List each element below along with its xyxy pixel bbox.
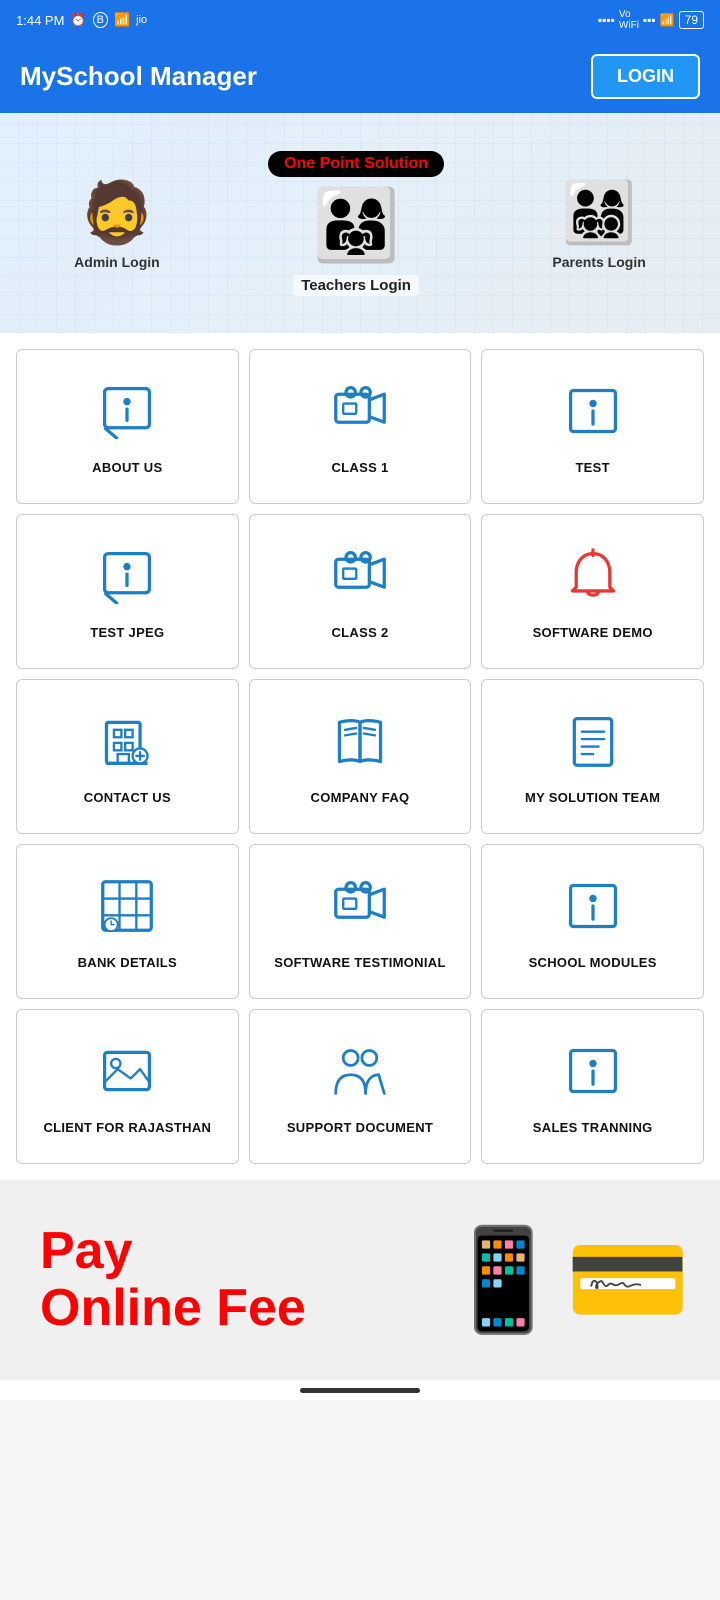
software-testimonial-icon <box>332 878 388 943</box>
class-2-icon <box>332 548 388 613</box>
client-rajasthan-icon <box>99 1043 155 1108</box>
class-1-label: CLASS 1 <box>331 460 388 475</box>
software-demo-label: SOFTWARE DEMO <box>533 625 653 640</box>
hero-banner: 🧔 Admin Login One Point Solution 👨‍👩‍👧 T… <box>0 113 720 333</box>
grid-item-contact-us[interactable]: CONTACT US <box>16 679 239 834</box>
time-display: 1:44 PM <box>16 13 64 28</box>
test-jpeg-icon <box>99 548 155 613</box>
sales-tranning-icon <box>565 1043 621 1108</box>
app-title: MySchool Manager <box>20 61 257 92</box>
banner-content: 🧔 Admin Login One Point Solution 👨‍👩‍👧 T… <box>0 151 720 296</box>
class-2-label: CLASS 2 <box>331 625 388 640</box>
contact-us-label: CONTACT US <box>84 790 171 805</box>
test-jpeg-label: TEST JPEG <box>90 625 164 640</box>
grid-item-test-jpeg[interactable]: TEST JPEG <box>16 514 239 669</box>
company-faq-label: COMPANY FAQ <box>311 790 410 805</box>
grid-item-support-document[interactable]: SUPPORT DOCUMENT <box>249 1009 472 1164</box>
school-modules-icon <box>565 878 621 943</box>
login-button[interactable]: LOGIN <box>591 54 700 99</box>
about-us-icon <box>99 383 155 448</box>
signal-icon: 📶 <box>114 12 130 28</box>
admin-label: Admin Login <box>74 254 160 270</box>
test-label: TEST <box>575 460 609 475</box>
contact-us-icon <box>99 713 155 778</box>
school-modules-label: SCHOOL MODULES <box>529 955 657 970</box>
wifi-bars: ▪▪▪ <box>643 13 656 27</box>
admin-login-section[interactable]: 🧔 Admin Login <box>74 177 160 270</box>
my-solution-team-icon <box>565 713 621 778</box>
admin-icon: 🧔 <box>80 177 155 248</box>
pay-text: Pay Online Fee <box>40 1223 306 1337</box>
b-icon: B <box>93 12 108 28</box>
network-bars: ▪▪▪▪ <box>598 13 615 27</box>
company-faq-icon <box>332 713 388 778</box>
battery-display: 79 <box>679 11 704 29</box>
test-icon <box>565 383 621 448</box>
software-testimonial-label: SOFTWARE TESTIMONIAL <box>274 955 445 970</box>
status-left: 1:44 PM ⏰ B 📶 jio <box>16 12 147 28</box>
my-solution-team-label: MY SOLUTION TEAM <box>525 790 660 805</box>
grid-item-my-solution-team[interactable]: MY SOLUTION TEAM <box>481 679 704 834</box>
support-document-icon <box>332 1043 388 1108</box>
software-demo-icon <box>565 548 621 613</box>
nav-indicator <box>0 1380 720 1400</box>
grid-item-software-testimonial[interactable]: SOFTWARE TESTIMONIAL <box>249 844 472 999</box>
parents-label: Parents Login <box>552 254 645 270</box>
app-bar: MySchool Manager LOGIN <box>0 40 720 113</box>
nav-pill <box>300 1388 420 1393</box>
bottom-banner: Pay Online Fee 📱💳 <box>0 1180 720 1380</box>
bank-details-icon <box>99 878 155 943</box>
parents-icon: 👨‍👩‍👧‍👦 <box>562 177 637 248</box>
grid-item-bank-details[interactable]: BANK DETAILS <box>16 844 239 999</box>
client-rajasthan-label: CLIENT FOR RAJASTHAN <box>43 1120 211 1135</box>
tagline-badge: One Point Solution <box>268 151 444 177</box>
grid-item-class-1[interactable]: CLASS 1 <box>249 349 472 504</box>
grid-item-class-2[interactable]: CLASS 2 <box>249 514 472 669</box>
grid-item-about-us[interactable]: ABOUT US <box>16 349 239 504</box>
about-us-label: ABOUT US <box>92 460 162 475</box>
vo-wifi-label: VoWiFi <box>619 9 639 31</box>
wifi-icon: 📶 <box>660 13 675 27</box>
main-grid: ABOUT US CLASS 1 TEST TEST JPEG CLASS <box>0 333 720 1180</box>
grid-item-test[interactable]: TEST <box>481 349 704 504</box>
banner-center: One Point Solution 👨‍👩‍👧 Teachers Login <box>268 151 444 296</box>
support-document-label: SUPPORT DOCUMENT <box>287 1120 433 1135</box>
jio-label: jio <box>136 14 147 26</box>
parents-login-section[interactable]: 👨‍👩‍👧‍👦 Parents Login <box>552 177 645 270</box>
sales-tranning-label: SALES TRANNING <box>533 1120 653 1135</box>
grid-item-school-modules[interactable]: SCHOOL MODULES <box>481 844 704 999</box>
grid-item-software-demo[interactable]: SOFTWARE DEMO <box>481 514 704 669</box>
grid-item-company-faq[interactable]: COMPANY FAQ <box>249 679 472 834</box>
alarm-icon: ⏰ <box>70 12 86 28</box>
teacher-icon: 👨‍👩‍👧 <box>312 185 399 267</box>
status-right: ▪▪▪▪ VoWiFi ▪▪▪ 📶 79 <box>598 9 704 31</box>
phone-graphic: 📱💳 <box>441 1222 690 1339</box>
teacher-label: Teachers Login <box>293 275 419 296</box>
bank-details-label: BANK DETAILS <box>78 955 177 970</box>
class-1-icon <box>332 383 388 448</box>
status-bar: 1:44 PM ⏰ B 📶 jio ▪▪▪▪ VoWiFi ▪▪▪ 📶 79 <box>0 0 720 40</box>
grid-item-sales-tranning[interactable]: SALES TRANNING <box>481 1009 704 1164</box>
grid-item-client-rajasthan[interactable]: CLIENT FOR RAJASTHAN <box>16 1009 239 1164</box>
